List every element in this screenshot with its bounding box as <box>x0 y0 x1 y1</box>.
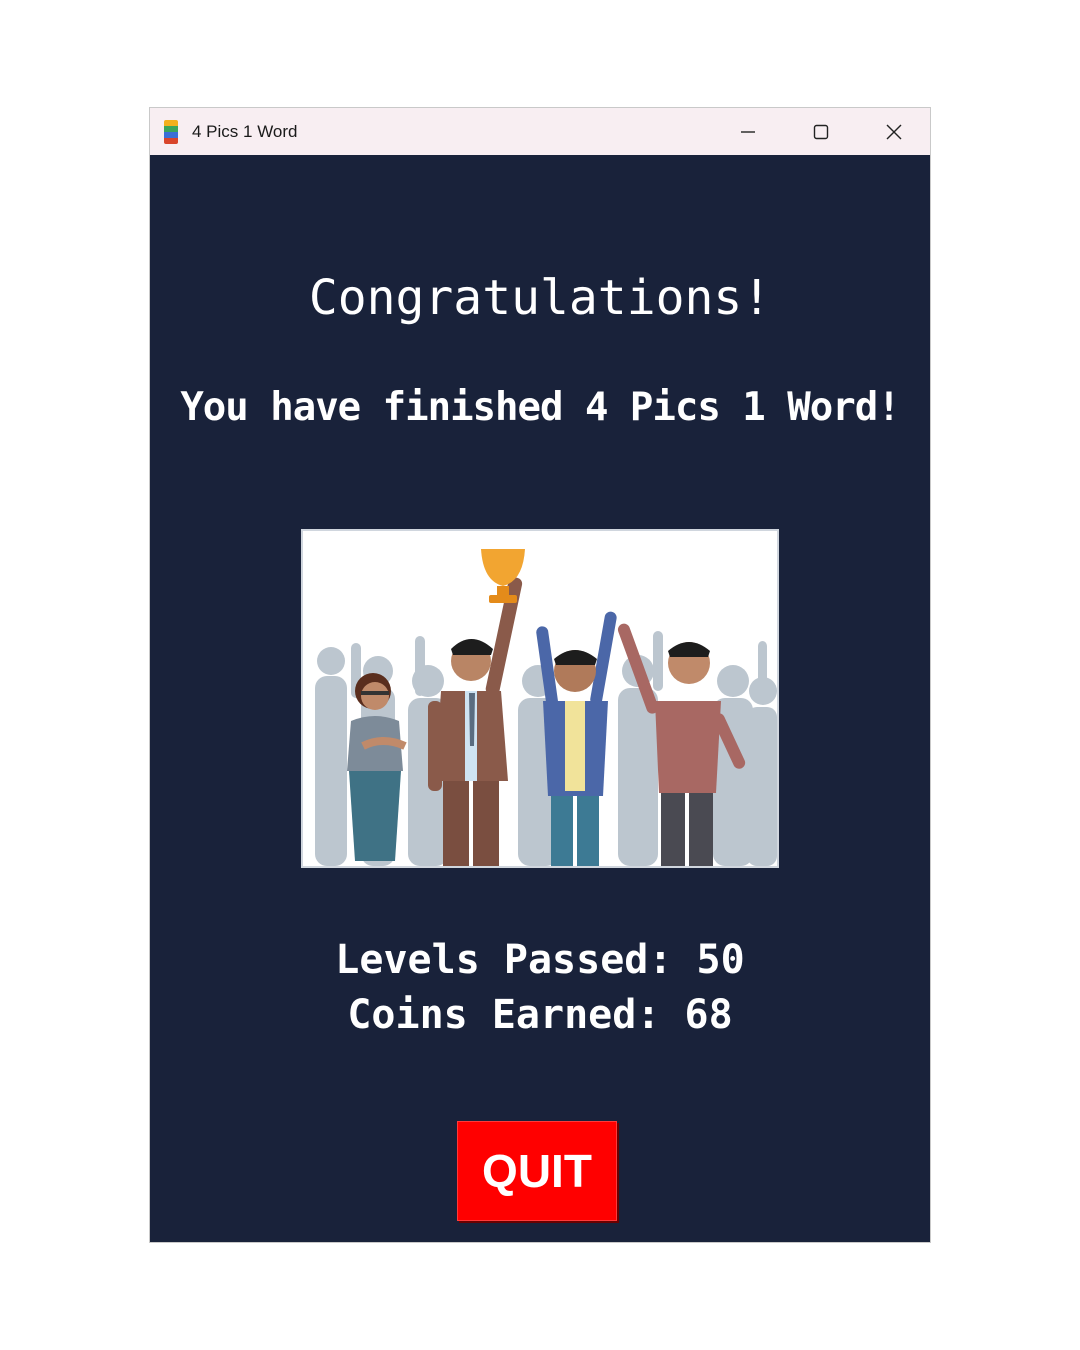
levels-passed-text: Levels Passed: 50 <box>335 937 745 983</box>
close-icon <box>886 124 901 139</box>
coins-earned-text: Coins Earned: 68 <box>347 992 733 1038</box>
minimize-button[interactable] <box>711 108 784 155</box>
celebration-illustration <box>303 531 777 866</box>
end-screen: Congratulations! You have finished 4 Pic… <box>150 155 930 1242</box>
celebration-scene <box>303 531 777 866</box>
title-bar[interactable]: 4 Pics 1 Word <box>150 108 930 155</box>
window-title: 4 Pics 1 Word <box>192 121 298 141</box>
app-window: 4 Pics 1 Word Congratulations! You have … <box>150 108 930 1242</box>
maximize-icon <box>813 124 828 139</box>
close-button[interactable] <box>857 108 930 155</box>
minimize-icon <box>740 130 755 133</box>
app-icon <box>164 119 178 144</box>
finished-message: You have finished 4 Pics 1 Word! <box>180 385 900 430</box>
congratulations-heading: Congratulations! <box>308 270 772 326</box>
quit-button[interactable]: QUIT <box>457 1121 617 1221</box>
maximize-button[interactable] <box>784 108 857 155</box>
window-controls <box>711 108 930 155</box>
